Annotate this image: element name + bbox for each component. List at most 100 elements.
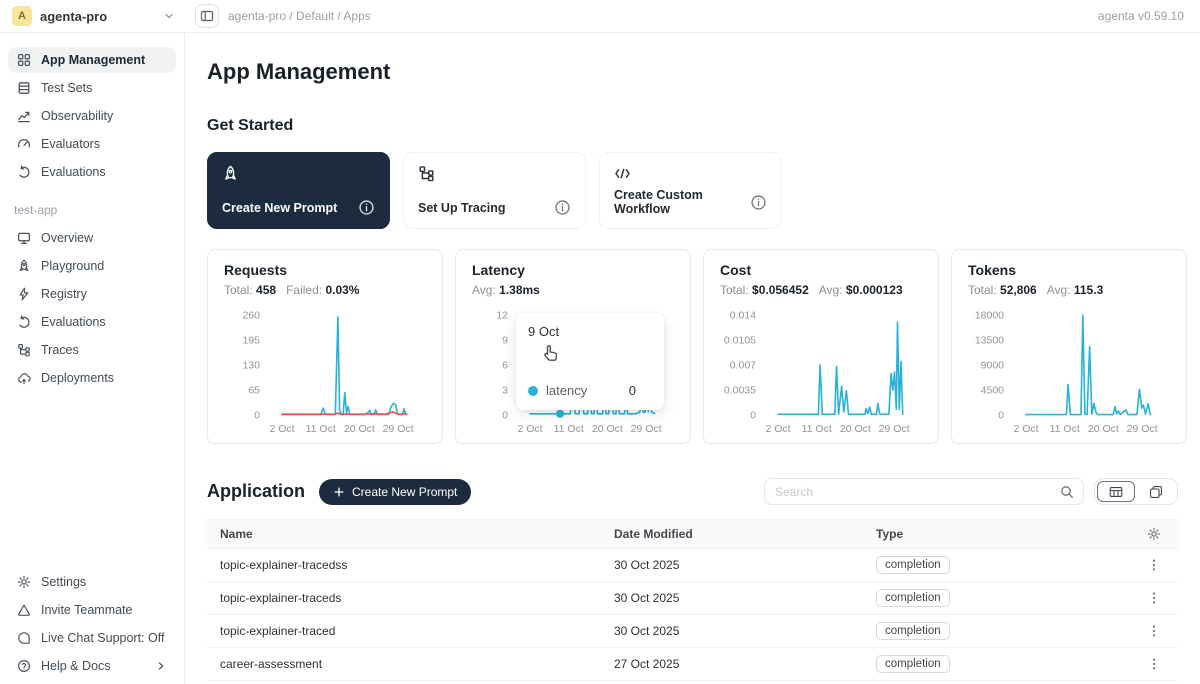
column-header-type[interactable]: Type <box>876 527 1130 541</box>
column-header-date-modified[interactable]: Date Modified <box>614 527 876 541</box>
sidebar-item-traces[interactable]: Traces <box>8 337 176 363</box>
type-cell: completion <box>876 622 1130 640</box>
sidebar-item-evaluators[interactable]: Evaluators <box>8 131 176 157</box>
sidebar-item-evaluations[interactable]: Evaluations <box>8 159 176 185</box>
card-label: Create New Prompt <box>222 201 337 215</box>
svg-text:20 Oct: 20 Oct <box>344 423 375 435</box>
search-input[interactable] <box>765 485 1051 499</box>
table-settings-gear-icon[interactable] <box>1130 527 1178 541</box>
svg-text:13500: 13500 <box>975 335 1004 347</box>
sidebar-item-observability[interactable]: Observability <box>8 103 176 129</box>
type-badge: completion <box>876 556 950 574</box>
svg-text:29 Oct: 29 Oct <box>879 423 910 435</box>
info-icon[interactable] <box>750 194 767 211</box>
sidebar-item-label: Traces <box>41 343 79 357</box>
chevron-right-icon <box>155 660 167 672</box>
svg-text:29 Oct: 29 Oct <box>383 423 414 435</box>
table-row[interactable]: topic-explainer-traced 30 Oct 2025 compl… <box>207 615 1178 648</box>
sidebar-item-label: Settings <box>41 575 86 589</box>
column-header-name[interactable]: Name <box>207 527 614 541</box>
sidebar-item-live-chat-support[interactable]: Live Chat Support: Off <box>8 625 176 651</box>
svg-text:2 Oct: 2 Oct <box>517 423 542 435</box>
search-icon[interactable] <box>1051 479 1083 504</box>
sidebar-item-app-management[interactable]: App Management <box>8 47 176 73</box>
main-content: App Management Get Started Create New Pr… <box>185 33 1200 684</box>
legend-dot <box>528 386 538 396</box>
app-table-body: topic-explainer-tracedss 30 Oct 2025 com… <box>207 549 1178 681</box>
tokens-line-chart[interactable]: 18000135009000450002 Oct11 Oct20 Oct29 O… <box>968 305 1170 437</box>
card-view-button[interactable] <box>1137 481 1175 502</box>
mouse-cursor-icon <box>540 342 562 364</box>
bolt-icon <box>17 287 31 301</box>
table-row[interactable]: topic-explainer-tracedss 30 Oct 2025 com… <box>207 549 1178 582</box>
code-icon <box>614 165 631 182</box>
create-new-prompt-card[interactable]: Create New Prompt <box>207 152 390 229</box>
workspace-selector[interactable]: A agenta-pro <box>0 6 185 26</box>
breadcrumb[interactable]: agenta-pro / Default / Apps <box>228 9 371 23</box>
cloud-icon <box>17 371 31 385</box>
table-row[interactable]: topic-explainer-traceds 30 Oct 2025 comp… <box>207 582 1178 615</box>
svg-text:2 Oct: 2 Oct <box>765 423 790 435</box>
svg-text:20 Oct: 20 Oct <box>592 423 623 435</box>
search-box <box>764 478 1084 505</box>
sidebar-item-label: Deployments <box>41 371 114 385</box>
requests-line-chart[interactable]: 2601951306502 Oct11 Oct20 Oct29 Oct <box>224 305 426 437</box>
sidebar-item-deployments[interactable]: Deployments <box>8 365 176 391</box>
card-label: Create Custom Workflow <box>614 188 750 216</box>
row-actions-kebab-icon[interactable] <box>1130 591 1178 605</box>
sidebar-item-overview[interactable]: Overview <box>8 225 176 251</box>
row-actions-kebab-icon[interactable] <box>1130 657 1178 671</box>
grid-icon <box>17 53 31 67</box>
table-row[interactable]: career-assessment 27 Oct 2025 completion <box>207 648 1178 681</box>
svg-text:6: 6 <box>502 360 508 372</box>
svg-text:2 Oct: 2 Oct <box>1013 423 1038 435</box>
sidebar-collapse-button[interactable] <box>195 4 219 28</box>
row-actions-kebab-icon[interactable] <box>1130 558 1178 572</box>
svg-text:0.014: 0.014 <box>730 310 756 322</box>
view-toggle <box>1094 478 1178 505</box>
sidebar-item-settings[interactable]: Settings <box>8 569 176 595</box>
gear-icon <box>17 575 31 589</box>
sidebar-item-invite-teammate[interactable]: Invite Teammate <box>8 597 176 623</box>
sidebar-item-label: Playground <box>41 259 104 273</box>
requests-chart-card: Requests Total: 458Failed: 0.03% 2601951… <box>207 249 443 444</box>
triangle-icon <box>17 603 31 617</box>
table-view-button[interactable] <box>1097 481 1135 502</box>
info-icon[interactable] <box>554 199 571 216</box>
row-actions-kebab-icon[interactable] <box>1130 624 1178 638</box>
sidebar-item-app-evaluations[interactable]: Evaluations <box>8 309 176 335</box>
metrics-cards: Requests Total: 458Failed: 0.03% 2601951… <box>207 249 1178 444</box>
chart-title: Cost <box>720 262 922 278</box>
sidebar-item-registry[interactable]: Registry <box>8 281 176 307</box>
svg-text:0: 0 <box>750 410 756 422</box>
cost-line-chart[interactable]: 0.0140.01050.0070.003502 Oct11 Oct20 Oct… <box>720 305 922 437</box>
chart-line-icon <box>17 109 31 123</box>
create-custom-workflow-card[interactable]: Create Custom Workflow <box>599 152 782 229</box>
svg-text:20 Oct: 20 Oct <box>1088 423 1119 435</box>
card-view-icon <box>1149 485 1163 499</box>
sidebar-item-test-sets[interactable]: Test Sets <box>8 75 176 101</box>
type-cell: completion <box>876 589 1130 607</box>
chart-title: Latency <box>472 262 674 278</box>
svg-text:3: 3 <box>502 385 508 397</box>
sidebar-item-help-docs[interactable]: Help & Docs <box>8 653 176 679</box>
sidebar-item-label: Observability <box>41 109 113 123</box>
get-started-cards: Create New Prompt Set Up Tracing Create … <box>207 152 1178 229</box>
sidebar-item-playground[interactable]: Playground <box>8 253 176 279</box>
chart-stats: Avg: 1.38ms <box>472 283 674 297</box>
tree-icon <box>418 165 435 182</box>
type-badge: completion <box>876 655 950 673</box>
svg-text:0: 0 <box>502 410 508 422</box>
create-new-prompt-button[interactable]: Create New Prompt <box>319 479 471 505</box>
type-cell: completion <box>876 655 1130 673</box>
tree-icon <box>17 343 31 357</box>
set-up-tracing-card[interactable]: Set Up Tracing <box>403 152 586 229</box>
refresh-icon <box>17 315 31 329</box>
sidebar-item-label: Evaluations <box>41 165 106 179</box>
svg-text:11 Oct: 11 Oct <box>1050 423 1080 435</box>
svg-text:11 Oct: 11 Oct <box>306 423 336 435</box>
version-label: agenta v0.59.10 <box>1098 9 1184 23</box>
chart-title: Requests <box>224 262 426 278</box>
svg-text:65: 65 <box>248 385 260 397</box>
info-icon[interactable] <box>358 199 375 216</box>
